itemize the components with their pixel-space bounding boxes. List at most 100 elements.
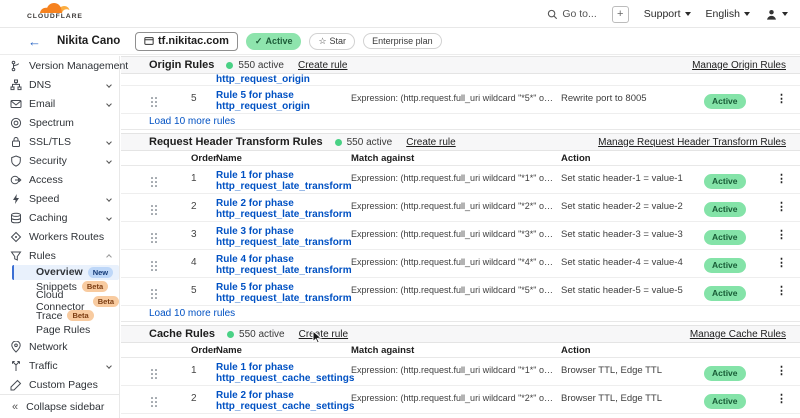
sidebar-item-network[interactable]: Network <box>0 338 119 357</box>
chevron-down-icon <box>106 363 112 369</box>
sidebar-item-dns[interactable]: DNS <box>0 75 119 94</box>
manage-transform-rules-link[interactable]: Manage Request Header Transform Rules <box>598 137 786 148</box>
global-search[interactable]: Go to... <box>547 8 596 20</box>
row-menu-button[interactable]: ⋮ <box>764 222 800 249</box>
sidebar-item-speed[interactable]: Speed <box>0 189 119 208</box>
load-more-rules-link[interactable]: Load 10 more rules <box>149 116 235 127</box>
rule-name-link[interactable]: Rule 5 for phasehttp_request_late_transf… <box>216 282 351 305</box>
manage-cache-rules-link[interactable]: Manage Cache Rules <box>690 329 786 340</box>
create-rule-link[interactable]: Create rule <box>406 137 455 148</box>
load-more-row: Load 10 more rules <box>121 114 800 130</box>
rule-row: 4 Rule 4 for phasehttp_request_late_tran… <box>121 250 800 278</box>
spectrum-icon <box>10 117 22 129</box>
cloudflare-wordmark: CLOUDFLARE <box>27 13 79 20</box>
status-badge: Active <box>704 94 746 109</box>
sidebar-item-overview[interactable]: Overview New <box>12 265 119 280</box>
create-rule-link[interactable]: Create rule <box>299 329 348 340</box>
star-icon: ☆ <box>318 36 326 47</box>
rule-expression: Expression: (http.request.full_uri wildc… <box>351 386 561 413</box>
chevron-down-icon <box>106 158 112 164</box>
security-shield-icon <box>10 155 22 167</box>
status-badge: Active <box>704 174 746 189</box>
rule-row: 5 Rule 5 for phasehttp_request_late_tran… <box>121 278 800 306</box>
check-icon: ✓ <box>255 36 263 47</box>
sidebar-item-spectrum[interactable]: Spectrum <box>0 113 119 132</box>
row-menu-button[interactable]: ⋮ <box>764 414 800 418</box>
zone-selector[interactable]: tf.nikitac.com <box>135 32 238 51</box>
row-menu-button[interactable]: ⋮ <box>764 250 800 277</box>
drag-handle-icon[interactable] <box>151 205 158 216</box>
row-menu-button[interactable]: ⋮ <box>764 358 800 385</box>
sidebar-item-workers-routes[interactable]: Workers Routes <box>0 227 119 246</box>
load-more-rules-link[interactable]: Load 10 more rules <box>149 308 235 319</box>
drag-handle-icon[interactable] <box>151 97 158 108</box>
row-menu-button[interactable]: ⋮ <box>764 166 800 193</box>
rule-action: Browser TTL, Edge TTL <box>561 386 704 413</box>
collapse-sidebar-button[interactable]: « Collapse sidebar <box>0 394 119 418</box>
beta-badge: Beta <box>67 310 93 321</box>
sidebar-item-version-management[interactable]: Version Management <box>0 56 119 75</box>
plan-badge: Enterprise plan <box>363 33 442 49</box>
row-menu-button[interactable]: ⋮ <box>764 86 800 113</box>
goto-label: Go to... <box>562 8 596 20</box>
row-menu-button[interactable]: ⋮ <box>764 278 800 305</box>
status-badge: Active <box>704 286 746 301</box>
rule-name-link[interactable]: Rule 1 for phasehttp_request_cache_setti… <box>216 362 351 385</box>
rule-action: Browser TTL, Edge TTL <box>561 414 704 418</box>
rule-expression: Expression: (http.request.full_uri wildc… <box>351 414 561 418</box>
sidebar-item-page-rules[interactable]: Page Rules <box>0 323 119 338</box>
chevron-down-icon <box>782 12 788 16</box>
top-bar-actions: Go to... + Support English <box>547 0 788 28</box>
rule-expression: Expression: (http.request.full_uri wildc… <box>351 166 561 193</box>
sidebar-item-traffic[interactable]: Traffic <box>0 357 119 376</box>
status-badge: Active <box>704 394 746 409</box>
active-count: 550 active <box>347 137 393 148</box>
sidebar-item-custom-pages[interactable]: Custom Pages <box>0 376 119 395</box>
cloudflare-dashboard: CLOUDFLARE Go to... + Support English ← <box>0 0 800 418</box>
back-arrow-icon[interactable]: ← <box>28 34 41 49</box>
sidebar-item-cloud-connector[interactable]: Cloud Connector Beta <box>0 294 119 309</box>
account-menu[interactable] <box>765 8 788 21</box>
rule-row-partial: http_request_origin <box>121 74 800 86</box>
chevron-down-icon <box>744 12 750 16</box>
rule-name-link[interactable]: Rule 3 for phasehttp_request_late_transf… <box>216 226 351 249</box>
rule-action: Set static header-5 = value-5 <box>561 278 704 305</box>
rule-expression: Expression: (http.request.full_uri wildc… <box>351 222 561 249</box>
search-icon <box>547 9 558 20</box>
rule-row: 2 Rule 2 for phasehttp_request_cache_set… <box>121 386 800 414</box>
chevron-down-icon <box>106 82 112 88</box>
star-button[interactable]: ☆ Star <box>309 33 355 50</box>
drag-handle-icon[interactable] <box>151 289 158 300</box>
section-title: Cache Rules <box>149 328 215 340</box>
sidebar-item-security[interactable]: Security <box>0 151 119 170</box>
add-button[interactable]: + <box>612 6 629 23</box>
drag-handle-icon[interactable] <box>151 233 158 244</box>
cloudflare-logo[interactable]: CLOUDFLARE <box>27 2 79 20</box>
rule-name-link[interactable]: Rule 2 for phasehttp_request_cache_setti… <box>216 390 351 413</box>
rule-name-link[interactable]: http_request_origin <box>216 74 351 86</box>
zone-status-badge: ✓ Active <box>246 33 302 50</box>
active-count: 550 active <box>238 60 284 71</box>
rule-name-link[interactable]: Rule 4 for phasehttp_request_late_transf… <box>216 254 351 277</box>
sidebar-item-rules[interactable]: Rules <box>0 246 119 265</box>
sidebar-item-trace[interactable]: Trace Beta <box>0 309 119 324</box>
rule-name-link[interactable]: Rule 2 for phasehttp_request_late_transf… <box>216 198 351 221</box>
rule-row: 5 Rule 5 for phase http_request_origin E… <box>121 86 800 114</box>
drag-handle-icon[interactable] <box>151 397 158 408</box>
rule-name-link[interactable]: Rule 5 for phase http_request_origin <box>216 90 351 113</box>
sidebar-item-caching[interactable]: Caching <box>0 208 119 227</box>
drag-handle-icon[interactable] <box>151 369 158 380</box>
drag-handle-icon[interactable] <box>151 177 158 188</box>
row-menu-button[interactable]: ⋮ <box>764 386 800 413</box>
sidebar-item-email[interactable]: Email <box>0 94 119 113</box>
create-rule-link[interactable]: Create rule <box>298 60 347 71</box>
support-menu[interactable]: Support <box>644 8 691 20</box>
sidebar-item-ssl-tls[interactable]: SSL/TLS <box>0 132 119 151</box>
row-menu-button[interactable]: ⋮ <box>764 194 800 221</box>
sidebar-item-access[interactable]: Access <box>0 170 119 189</box>
language-menu[interactable]: English <box>706 8 750 20</box>
drag-handle-icon[interactable] <box>151 261 158 272</box>
user-icon <box>765 8 778 21</box>
manage-origin-rules-link[interactable]: Manage Origin Rules <box>692 60 786 71</box>
rule-name-link[interactable]: Rule 1 for phasehttp_request_late_transf… <box>216 170 351 193</box>
